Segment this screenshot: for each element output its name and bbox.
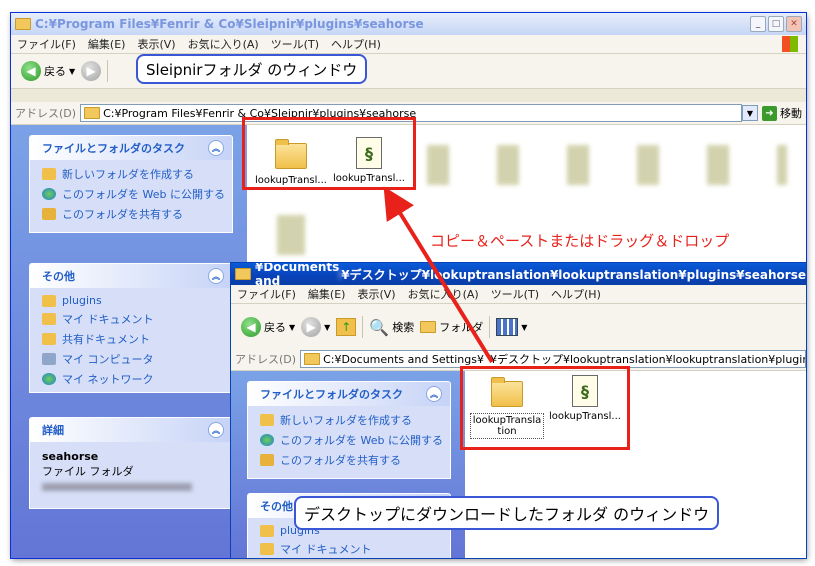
drag-arrow [383, 186, 494, 364]
action-annotation: コピー＆ペーストまたはドラッグ＆ドロップ [430, 232, 730, 250]
front-window-callout: デスクトップにダウンロードしたフォルダ のウィンドウ [294, 496, 720, 530]
